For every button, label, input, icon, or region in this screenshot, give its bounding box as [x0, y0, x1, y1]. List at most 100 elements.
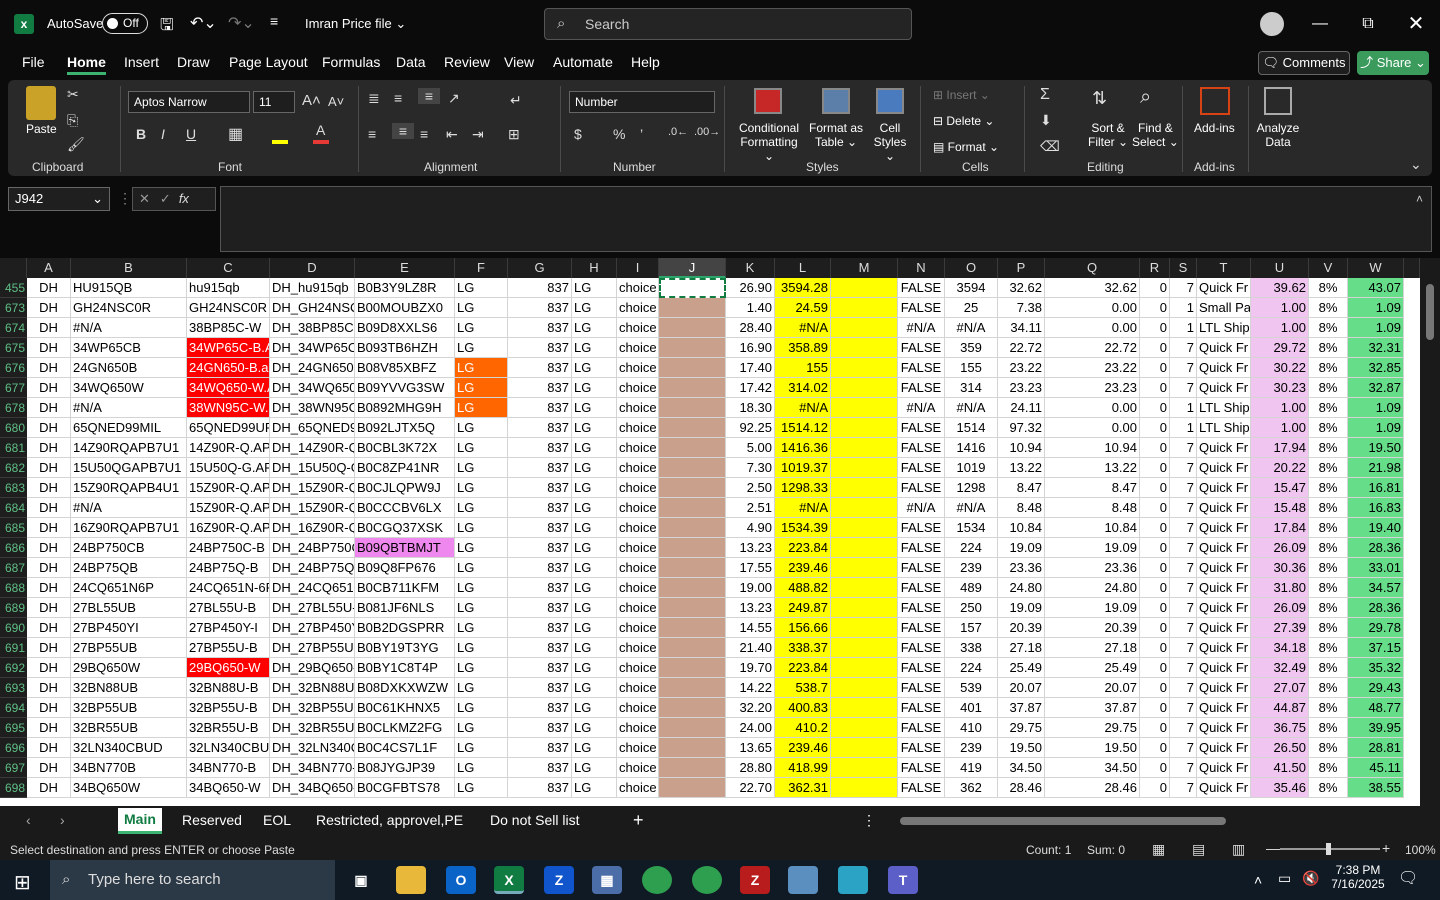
cell-i[interactable]: choice — [617, 338, 659, 358]
cell-b[interactable]: 24CQ651N6P — [71, 578, 187, 598]
row-header[interactable]: 696 — [0, 738, 27, 758]
cell-h[interactable]: LG — [572, 518, 617, 538]
search-input[interactable]: ⌕ Search — [544, 8, 912, 40]
cell-u[interactable]: 15.48 — [1251, 498, 1309, 518]
cell-b[interactable]: 32BN88UB — [71, 678, 187, 698]
cell-w[interactable]: 35.32 — [1348, 658, 1404, 678]
cell-l[interactable]: 24.59 — [775, 298, 831, 318]
cell-f[interactable]: LG — [455, 558, 508, 578]
task-view-icon[interactable]: ▣ — [346, 866, 376, 894]
cell-l[interactable]: 223.84 — [775, 538, 831, 558]
cell-h[interactable]: LG — [572, 778, 617, 798]
cell-v[interactable]: 8% — [1309, 538, 1348, 558]
cell-a[interactable]: DH — [27, 458, 71, 478]
cell-g[interactable]: 837 — [508, 778, 572, 798]
cell-s[interactable]: 7 — [1170, 538, 1197, 558]
cell-w[interactable]: 29.43 — [1348, 678, 1404, 698]
cell-q[interactable]: 0.00 — [1045, 318, 1140, 338]
cell-c[interactable]: 38BP85C-W — [187, 318, 270, 338]
cell-u[interactable]: 26.09 — [1251, 598, 1309, 618]
menu-home[interactable]: Home — [67, 54, 106, 75]
cell-i[interactable]: choice — [617, 378, 659, 398]
row-header[interactable]: 676 — [0, 358, 27, 378]
cell-e[interactable]: B0BY19T3YG — [355, 638, 455, 658]
sort-filter-button[interactable]: Sort & Filter ⌄ — [1088, 121, 1128, 149]
cell-b[interactable]: 14Z90RQAPB7U1 — [71, 438, 187, 458]
chrome-profile-icon[interactable] — [692, 866, 722, 894]
cell-w[interactable]: 28.36 — [1348, 598, 1404, 618]
column-header-k[interactable]: K — [726, 258, 775, 278]
cell-t[interactable]: LTL Ship — [1197, 398, 1251, 418]
cell-u[interactable]: 35.46 — [1251, 778, 1309, 798]
cell-e[interactable]: B0CGFBTS78 — [355, 778, 455, 798]
cell-v[interactable]: 8% — [1309, 698, 1348, 718]
column-header-w[interactable]: W — [1348, 258, 1404, 278]
cell-k[interactable]: 4.90 — [726, 518, 775, 538]
row-header[interactable]: 692 — [0, 658, 27, 678]
cell-e[interactable]: B0892MHG9H — [355, 398, 455, 418]
number-format-select[interactable]: Number — [569, 91, 715, 113]
cell-k[interactable]: 19.00 — [726, 578, 775, 598]
cell-h[interactable]: LG — [572, 538, 617, 558]
app-icon[interactable] — [788, 866, 818, 894]
outlook-icon[interactable]: O — [446, 866, 476, 894]
notifications-icon[interactable]: 🗨 — [1398, 868, 1418, 888]
cell-m[interactable] — [831, 738, 898, 758]
cell-c[interactable]: 15Z90R-Q.AP — [187, 498, 270, 518]
cell-f[interactable]: LG — [455, 738, 508, 758]
cell-s[interactable]: 7 — [1170, 758, 1197, 778]
font-name-select[interactable]: Aptos Narrow — [128, 91, 250, 113]
cell-o[interactable]: 401 — [945, 698, 998, 718]
column-header-h[interactable]: H — [572, 258, 617, 278]
column-header-i[interactable]: I — [617, 258, 659, 278]
cell-h[interactable]: LG — [572, 758, 617, 778]
zoom-in-icon[interactable]: + — [1382, 840, 1390, 856]
prev-sheet-icon[interactable]: ‹ — [26, 812, 31, 828]
cell-q[interactable]: 19.50 — [1045, 738, 1140, 758]
cell-a[interactable]: DH — [27, 578, 71, 598]
cell-d[interactable]: DH_27BP55U- — [270, 638, 355, 658]
cell-s[interactable]: 7 — [1170, 598, 1197, 618]
cell-r[interactable]: 0 — [1140, 738, 1170, 758]
cell-t[interactable]: Quick Fr — [1197, 498, 1251, 518]
cell-r[interactable]: 0 — [1140, 478, 1170, 498]
cell-h[interactable]: LG — [572, 478, 617, 498]
cell-j[interactable] — [659, 718, 726, 738]
cell-k[interactable]: 28.80 — [726, 758, 775, 778]
cell-c[interactable]: 27BP55U-B — [187, 638, 270, 658]
cell-j[interactable] — [659, 378, 726, 398]
menu-review[interactable]: Review — [444, 54, 490, 70]
cell-f[interactable]: LG — [455, 618, 508, 638]
cell-g[interactable]: 837 — [508, 658, 572, 678]
cell-q[interactable]: 0.00 — [1045, 398, 1140, 418]
tray-chevron-icon[interactable]: ˄ — [1254, 872, 1262, 888]
tab-restricted[interactable]: Restricted, approvel,PE — [316, 812, 463, 828]
cell-o[interactable]: 1514 — [945, 418, 998, 438]
cell-v[interactable]: 8% — [1309, 398, 1348, 418]
cell-n[interactable]: FALSE — [898, 678, 945, 698]
cell-f[interactable]: LG — [455, 698, 508, 718]
row-header[interactable]: 688 — [0, 578, 27, 598]
menu-data[interactable]: Data — [396, 54, 426, 70]
cell-b[interactable]: GH24NSC0R — [71, 298, 187, 318]
cell-m[interactable] — [831, 538, 898, 558]
cell-q[interactable]: 23.23 — [1045, 378, 1140, 398]
cell-c[interactable]: 32BN88U-B — [187, 678, 270, 698]
cell-o[interactable]: 250 — [945, 598, 998, 618]
cell-u[interactable]: 1.00 — [1251, 298, 1309, 318]
cell-p[interactable]: 10.94 — [998, 438, 1045, 458]
cell-l[interactable]: 1514.12 — [775, 418, 831, 438]
cell-j[interactable] — [659, 618, 726, 638]
cell-c[interactable]: 34BQ650-W — [187, 778, 270, 798]
cell-e[interactable]: B08V85XBFZ — [355, 358, 455, 378]
excel-taskbar-icon[interactable]: X — [494, 866, 524, 894]
cell-b[interactable]: 65QNED99MIL — [71, 418, 187, 438]
cell-m[interactable] — [831, 458, 898, 478]
cell-p[interactable]: 20.39 — [998, 618, 1045, 638]
cell-v[interactable]: 8% — [1309, 718, 1348, 738]
cell-l[interactable]: 3594.28 — [775, 278, 831, 298]
cell-k[interactable]: 17.42 — [726, 378, 775, 398]
column-header-f[interactable]: F — [455, 258, 508, 278]
cell-t[interactable]: Quick Fr — [1197, 758, 1251, 778]
cell-j[interactable] — [659, 358, 726, 378]
